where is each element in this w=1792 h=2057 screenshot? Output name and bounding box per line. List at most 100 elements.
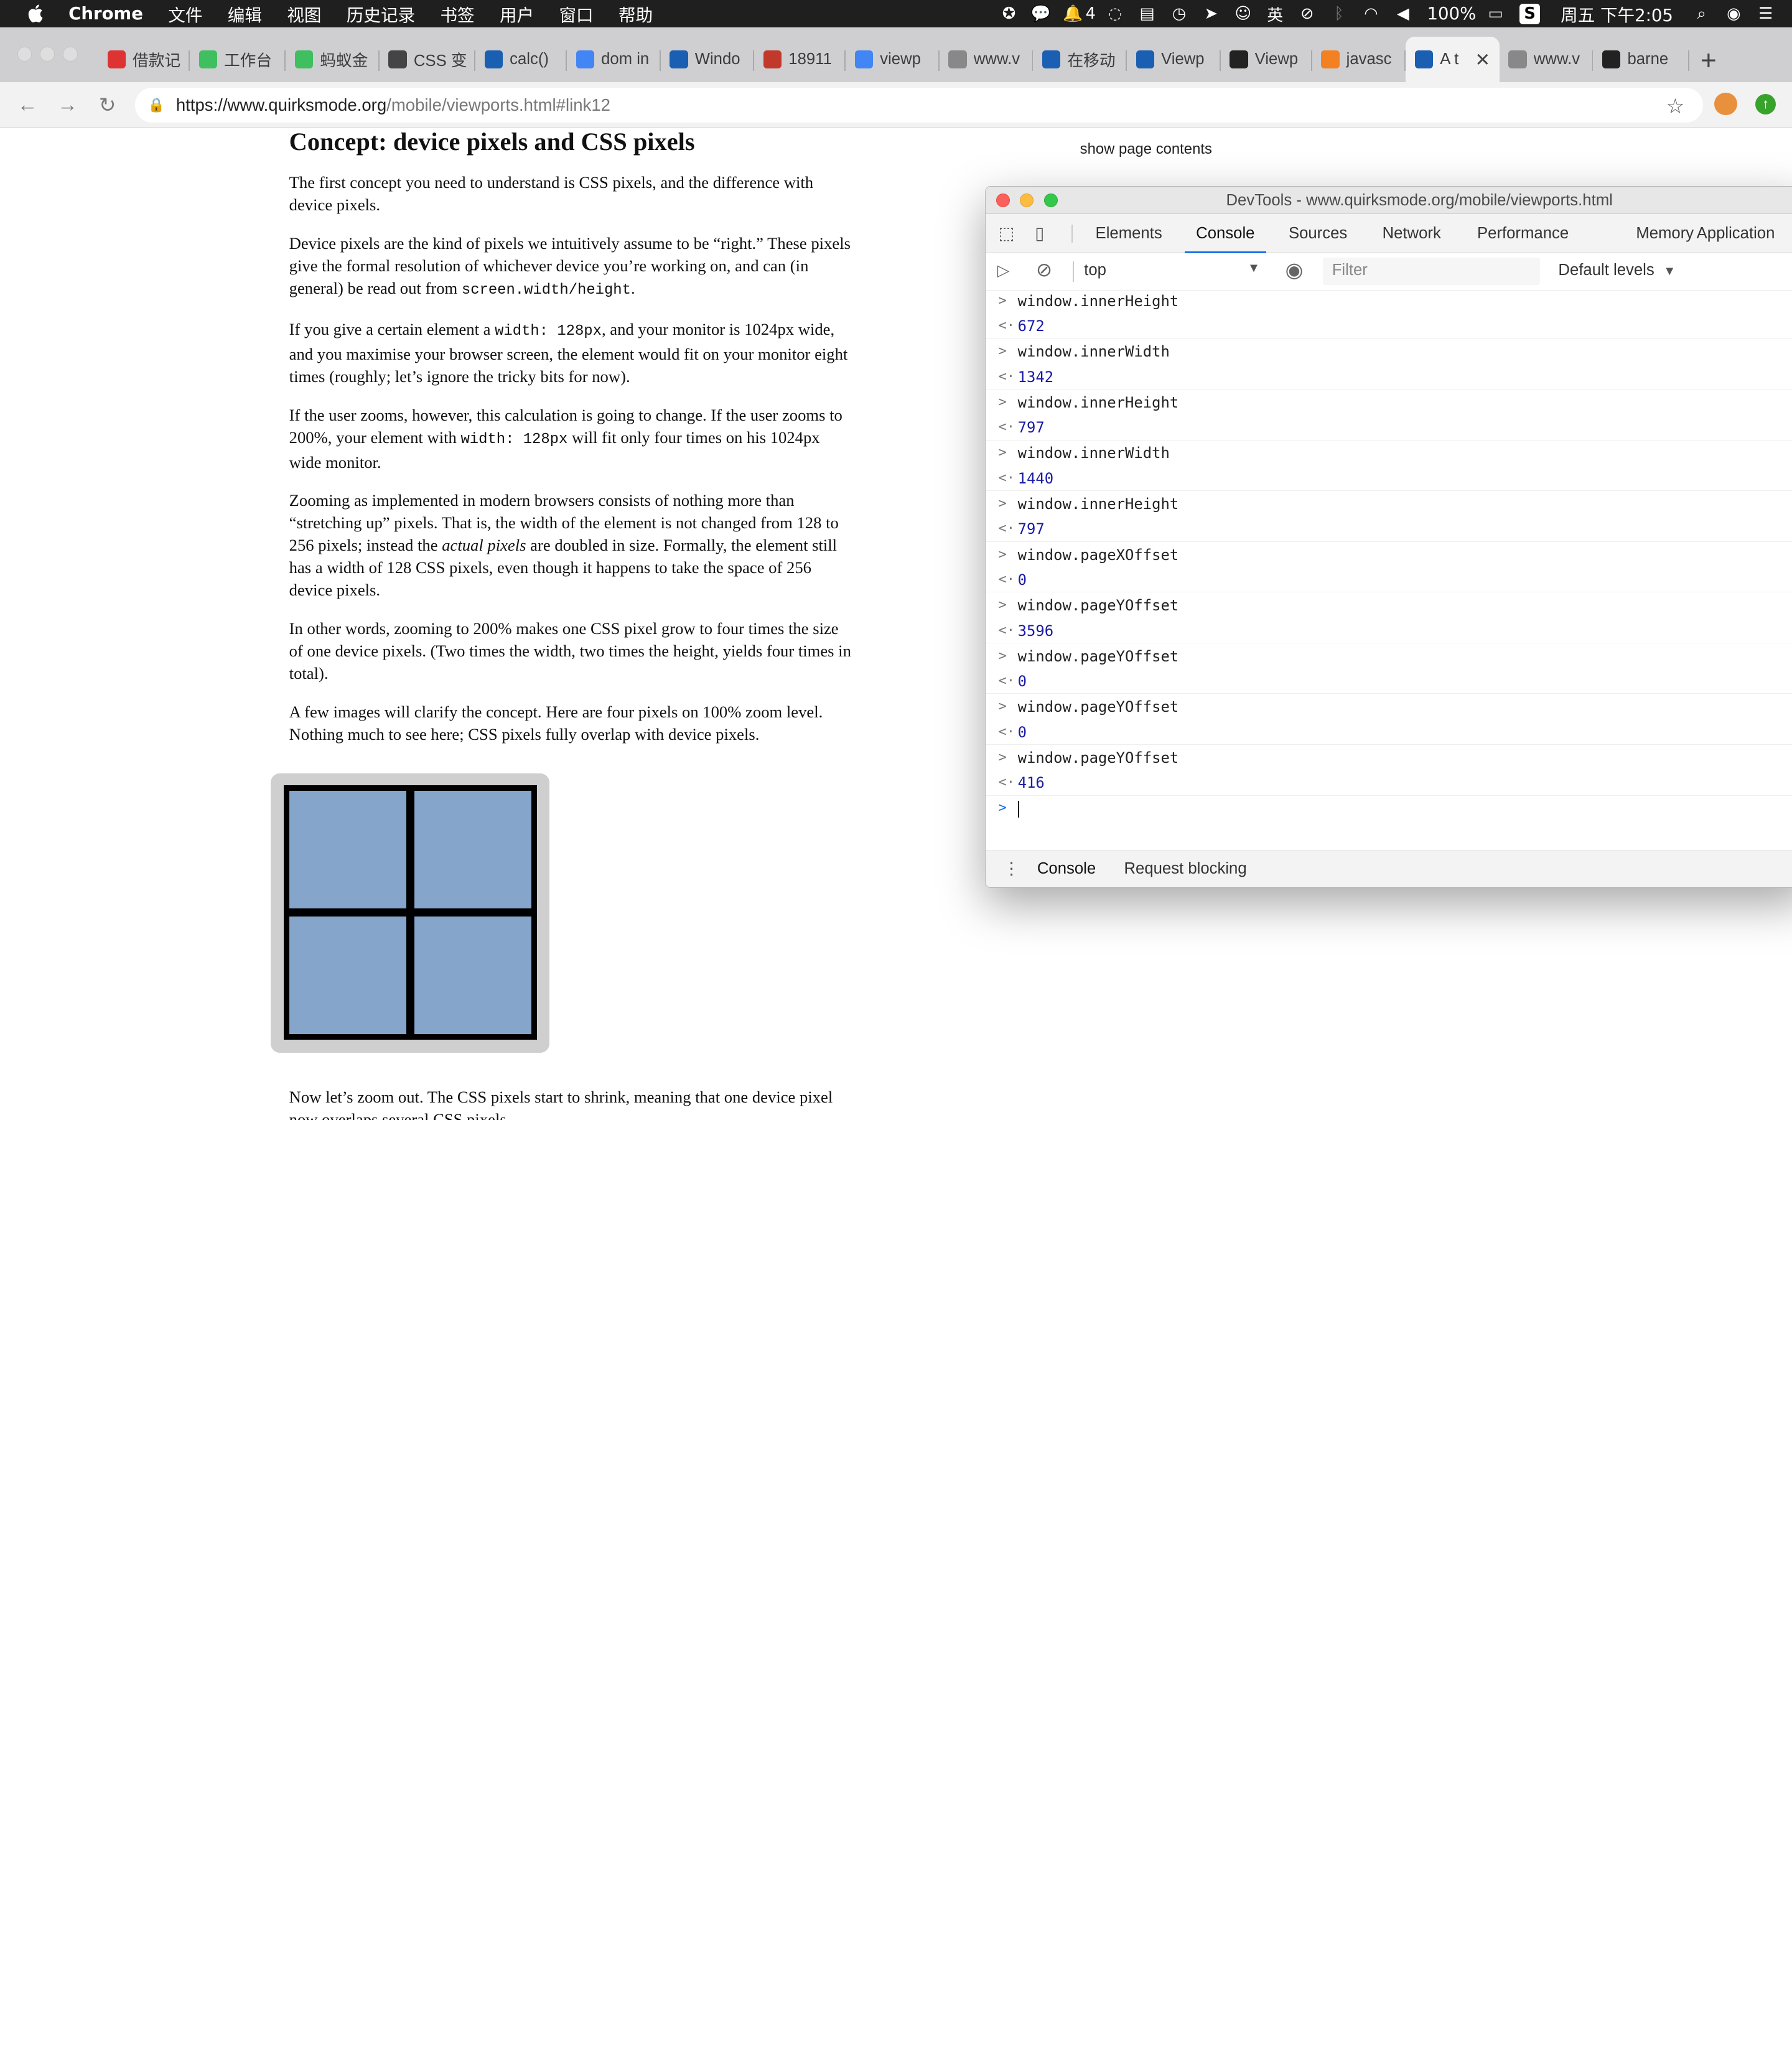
devtools-zoom-button[interactable] bbox=[1043, 194, 1058, 208]
window-zoom-button[interactable] bbox=[63, 47, 78, 62]
browser-tab[interactable]: 工作台 bbox=[190, 37, 286, 82]
context-selector[interactable]: top ▼ bbox=[1084, 261, 1260, 279]
console-input-row[interactable]: > window.pageYOffset bbox=[986, 694, 1792, 719]
wechat-icon[interactable]: 💬 bbox=[1029, 1, 1053, 26]
do-not-disturb-icon[interactable]: ⊘ bbox=[1294, 1, 1319, 26]
send-icon[interactable]: ➤ bbox=[1198, 1, 1223, 26]
spotlight-search-icon[interactable]: ⌕ bbox=[1689, 1, 1714, 26]
browser-tab[interactable]: 18911 bbox=[754, 37, 846, 82]
status-icon-1[interactable]: ✪ bbox=[996, 1, 1021, 26]
tab-elements[interactable]: Elements bbox=[1096, 214, 1162, 253]
devtools-minimize-button[interactable] bbox=[1020, 194, 1034, 208]
console-output-row[interactable]: <· 1342 bbox=[986, 365, 1792, 390]
lock-icon[interactable]: 🔒 bbox=[148, 97, 165, 113]
live-expression-eye-icon[interactable]: ◉ bbox=[1285, 258, 1303, 282]
time-machine-icon[interactable]: ◷ bbox=[1167, 1, 1192, 26]
volume-icon[interactable]: ◀ bbox=[1391, 1, 1416, 26]
console-output-row[interactable]: <· 0 bbox=[986, 720, 1792, 745]
tab-network[interactable]: Network bbox=[1383, 214, 1441, 253]
close-tab-icon[interactable]: ✕ bbox=[1475, 49, 1490, 71]
battery-icon[interactable]: ▭ bbox=[1483, 1, 1508, 26]
app-menu[interactable]: Chrome bbox=[68, 4, 143, 24]
url-text[interactable]: https://www.quirksmode.org/mobile/viewpo… bbox=[176, 95, 610, 115]
console-input-row[interactable]: > window.pageYOffset bbox=[986, 593, 1792, 618]
browser-tab[interactable]: www.v bbox=[1500, 37, 1594, 82]
back-icon[interactable]: ← bbox=[14, 91, 41, 119]
tab-application[interactable]: Application bbox=[1697, 214, 1775, 253]
console-output-row[interactable]: <· 1440 bbox=[986, 466, 1792, 492]
device-toolbar-icon[interactable]: ▯ bbox=[1035, 223, 1055, 244]
console-output-row[interactable]: <· 672 bbox=[986, 314, 1792, 339]
console-output-row[interactable]: <· 416 bbox=[986, 770, 1792, 796]
show-page-contents-link[interactable]: show page contents bbox=[1080, 141, 1212, 158]
menu-people[interactable]: 用户 bbox=[500, 1, 534, 26]
clock[interactable]: 周五 下午2:05 bbox=[1561, 1, 1673, 26]
notification-center-icon[interactable]: ☰ bbox=[1753, 1, 1778, 26]
console-output-row[interactable]: <· 0 bbox=[986, 669, 1792, 694]
drawer-menu-icon[interactable]: ⋮ bbox=[1003, 859, 1020, 879]
menu-bookmarks[interactable]: 书签 bbox=[440, 1, 474, 26]
drawer-tab-request-blocking[interactable]: Request blocking bbox=[1124, 851, 1246, 887]
console-output-row[interactable]: <· 0 bbox=[986, 567, 1792, 593]
drive-icon[interactable]: ▤ bbox=[1134, 1, 1159, 26]
console-input-row[interactable]: > window.innerHeight bbox=[986, 390, 1792, 415]
console-input-row[interactable]: > window.innerHeight bbox=[986, 492, 1792, 516]
console-output-row[interactable]: <· 797 bbox=[986, 415, 1792, 441]
menu-view[interactable]: 视图 bbox=[287, 1, 321, 26]
browser-tab[interactable]: A t ✕ bbox=[1406, 36, 1500, 83]
log-levels-dropdown[interactable]: Default levels ▼ bbox=[1558, 261, 1676, 279]
browser-tab[interactable]: barne bbox=[1593, 37, 1689, 82]
clear-console-icon[interactable]: ⊘ bbox=[1036, 259, 1052, 281]
browser-tab[interactable]: Viewp bbox=[1127, 37, 1221, 82]
browser-tab[interactable]: 借款记 bbox=[98, 37, 190, 82]
menu-window[interactable]: 窗口 bbox=[559, 1, 594, 26]
browser-tab[interactable]: javasc bbox=[1312, 37, 1406, 82]
chat-bubble-icon[interactable]: ◌ bbox=[1103, 1, 1127, 26]
window-close-button[interactable] bbox=[17, 47, 32, 62]
apple-icon[interactable] bbox=[25, 4, 45, 24]
inspect-element-icon[interactable]: ⬚ bbox=[998, 223, 1019, 244]
input-method-icon[interactable]: 英 bbox=[1262, 1, 1287, 26]
window-minimize-button[interactable] bbox=[40, 47, 55, 62]
app-s-icon[interactable]: S bbox=[1519, 3, 1541, 24]
show-sidebar-icon[interactable]: ▷ bbox=[997, 261, 1010, 280]
bluetooth-icon[interactable]: ᛒ bbox=[1327, 1, 1351, 26]
extension-avatar-icon[interactable] bbox=[1714, 92, 1737, 116]
menu-edit[interactable]: 编辑 bbox=[228, 1, 262, 26]
notification-bell-icon[interactable]: 🔔 bbox=[1060, 1, 1085, 26]
menu-help[interactable]: 帮助 bbox=[618, 1, 653, 26]
wifi-icon[interactable]: ◠ bbox=[1358, 1, 1383, 26]
console-input-row[interactable]: > window.pageYOffset bbox=[986, 745, 1792, 770]
filter-input[interactable]: Filter bbox=[1323, 258, 1541, 286]
bookmark-star-icon[interactable]: ☆ bbox=[1666, 94, 1685, 119]
browser-tab[interactable]: 在移动 bbox=[1033, 37, 1127, 82]
browser-tab[interactable]: CSS 变 bbox=[380, 37, 476, 82]
drawer-tab-console[interactable]: Console bbox=[1025, 851, 1109, 887]
smiley-icon[interactable]: ☺ bbox=[1231, 1, 1256, 26]
console-output-row[interactable]: <· 797 bbox=[986, 516, 1792, 542]
browser-tab[interactable]: Windo bbox=[661, 37, 755, 82]
console-input-row[interactable]: > window.pageYOffset bbox=[986, 644, 1792, 669]
console-input-row[interactable]: > window.innerHeight bbox=[986, 289, 1792, 314]
console-input-row[interactable]: > window.innerWidth bbox=[986, 339, 1792, 364]
tab-performance[interactable]: Performance bbox=[1477, 214, 1569, 253]
menu-history[interactable]: 历史记录 bbox=[347, 1, 415, 26]
devtools-close-button[interactable] bbox=[996, 194, 1010, 208]
tab-memory[interactable]: Memory bbox=[1636, 214, 1694, 253]
console-output[interactable]: > window.innerHeight <· 672 > window.innerWid… bbox=[986, 291, 1792, 842]
browser-tab[interactable]: Viewp bbox=[1221, 37, 1312, 82]
tab-console[interactable]: Console bbox=[1184, 214, 1266, 253]
siri-icon[interactable]: ◉ bbox=[1721, 1, 1746, 26]
extension-update-icon[interactable]: ↑ bbox=[1755, 93, 1776, 114]
console-output-row[interactable]: <· 3596 bbox=[986, 618, 1792, 643]
browser-tab[interactable]: calc() bbox=[475, 37, 567, 82]
menu-file[interactable]: 文件 bbox=[168, 1, 202, 26]
console-input-row[interactable]: > window.pageXOffset bbox=[986, 543, 1792, 567]
browser-tab[interactable]: viewp bbox=[846, 37, 940, 82]
reload-icon[interactable]: ↻ bbox=[94, 91, 121, 119]
new-tab-button[interactable]: + bbox=[1701, 45, 1717, 77]
address-bar[interactable]: 🔒 https://www.quirksmode.org/mobile/view… bbox=[134, 88, 1703, 123]
console-prompt[interactable]: > bbox=[986, 796, 1792, 821]
browser-tab[interactable]: www.v bbox=[940, 37, 1034, 82]
browser-tab[interactable]: 蚂蚁金 bbox=[286, 37, 380, 82]
